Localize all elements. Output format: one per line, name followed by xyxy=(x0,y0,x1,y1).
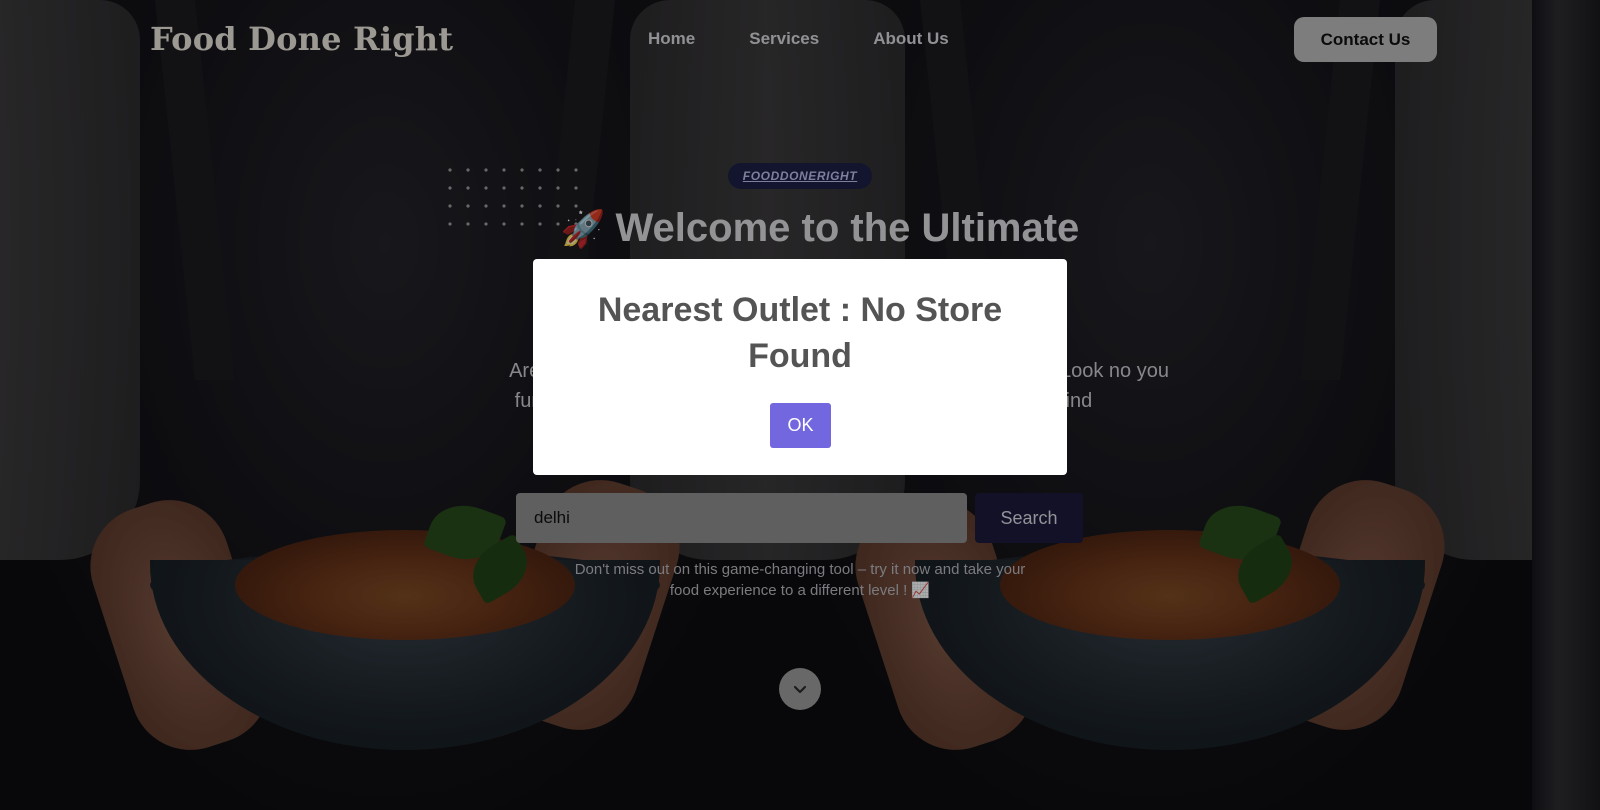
alert-dialog: Nearest Outlet : No Store Found OK xyxy=(533,259,1067,475)
ok-button[interactable]: OK xyxy=(770,403,831,448)
alert-title: Nearest Outlet : No Store Found xyxy=(597,291,1003,375)
